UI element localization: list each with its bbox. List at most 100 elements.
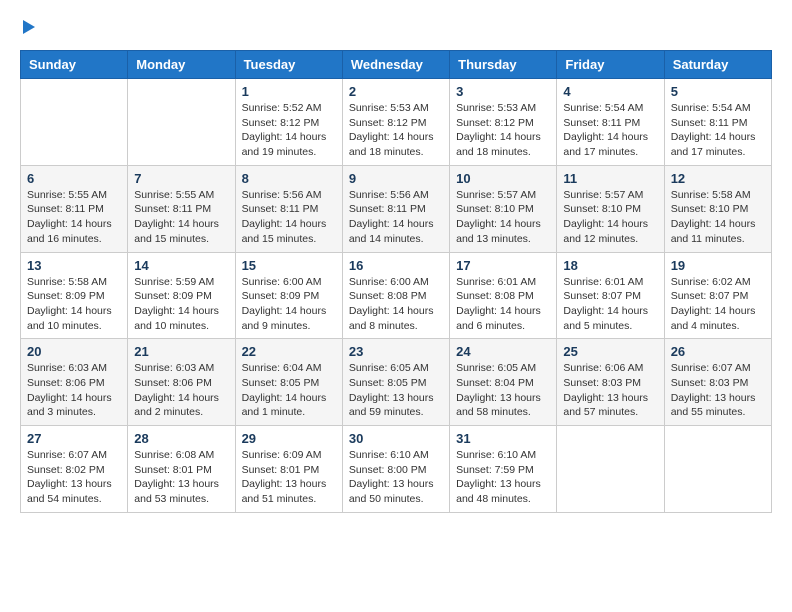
logo-arrow-icon	[23, 20, 35, 34]
day-info: Sunrise: 5:55 AM Sunset: 8:11 PM Dayligh…	[27, 188, 121, 247]
day-info: Sunrise: 6:05 AM Sunset: 8:05 PM Dayligh…	[349, 361, 443, 420]
day-info: Sunrise: 5:52 AM Sunset: 8:12 PM Dayligh…	[242, 101, 336, 160]
weekday-header: Thursday	[450, 51, 557, 79]
day-number: 22	[242, 344, 336, 359]
day-number: 18	[563, 258, 657, 273]
calendar-cell: 11Sunrise: 5:57 AM Sunset: 8:10 PM Dayli…	[557, 165, 664, 252]
day-number: 26	[671, 344, 765, 359]
calendar-week-row: 6 Sunrise: 5:55 AM Sunset: 8:11 PM Daylig…	[21, 165, 772, 252]
day-info: Sunrise: 6:07 AM Sunset: 8:02 PM Dayligh…	[27, 448, 121, 507]
day-info: Sunrise: 6:03 AM Sunset: 8:06 PM Dayligh…	[27, 361, 121, 420]
calendar-cell: 29 Sunrise: 6:09 AM Sunset: 8:01 PM Dayli…	[235, 426, 342, 513]
day-number: 2	[349, 84, 443, 99]
day-info: Sunrise: 6:00 AM Sunset: 8:09 PM Dayligh…	[242, 275, 336, 334]
calendar-cell: 7 Sunrise: 5:55 AM Sunset: 8:11 PM Daylig…	[128, 165, 235, 252]
day-number: 4	[563, 84, 657, 99]
day-number: 27	[27, 431, 121, 446]
day-info: Sunrise: 6:10 AM Sunset: 8:00 PM Dayligh…	[349, 448, 443, 507]
calendar-cell: 13 Sunrise: 5:58 AM Sunset: 8:09 PM Dayli…	[21, 252, 128, 339]
weekday-header: Sunday	[21, 51, 128, 79]
day-info: Sunrise: 6:01 AM Sunset: 8:08 PM Dayligh…	[456, 275, 550, 334]
calendar-week-row: 20 Sunrise: 6:03 AM Sunset: 8:06 PM Dayli…	[21, 339, 772, 426]
day-info: Sunrise: 6:06 AM Sunset: 8:03 PM Dayligh…	[563, 361, 657, 420]
calendar-cell: 16 Sunrise: 6:00 AM Sunset: 8:08 PM Dayli…	[342, 252, 449, 339]
calendar-cell: 5Sunrise: 5:54 AM Sunset: 8:11 PM Daylig…	[664, 79, 771, 166]
day-info: Sunrise: 6:08 AM Sunset: 8:01 PM Dayligh…	[134, 448, 228, 507]
day-info: Sunrise: 6:04 AM Sunset: 8:05 PM Dayligh…	[242, 361, 336, 420]
calendar-cell	[664, 426, 771, 513]
day-number: 13	[27, 258, 121, 273]
calendar-cell: 15 Sunrise: 6:00 AM Sunset: 8:09 PM Dayli…	[235, 252, 342, 339]
day-info: Sunrise: 6:03 AM Sunset: 8:06 PM Dayligh…	[134, 361, 228, 420]
day-number: 11	[563, 171, 657, 186]
calendar-cell: 21 Sunrise: 6:03 AM Sunset: 8:06 PM Dayli…	[128, 339, 235, 426]
calendar-cell: 2 Sunrise: 5:53 AM Sunset: 8:12 PM Daylig…	[342, 79, 449, 166]
day-number: 12	[671, 171, 765, 186]
calendar-cell: 20 Sunrise: 6:03 AM Sunset: 8:06 PM Dayli…	[21, 339, 128, 426]
day-number: 25	[563, 344, 657, 359]
day-number: 17	[456, 258, 550, 273]
day-info: Sunrise: 6:10 AM Sunset: 7:59 PM Dayligh…	[456, 448, 550, 507]
calendar-cell: 9 Sunrise: 5:56 AM Sunset: 8:11 PM Daylig…	[342, 165, 449, 252]
day-number: 1	[242, 84, 336, 99]
day-number: 23	[349, 344, 443, 359]
day-info: Sunrise: 6:00 AM Sunset: 8:08 PM Dayligh…	[349, 275, 443, 334]
day-info: Sunrise: 6:07 AM Sunset: 8:03 PM Dayligh…	[671, 361, 765, 420]
day-number: 10	[456, 171, 550, 186]
day-info: Sunrise: 5:57 AM Sunset: 8:10 PM Dayligh…	[456, 188, 550, 247]
logo	[20, 20, 35, 34]
weekday-header: Friday	[557, 51, 664, 79]
calendar-cell: 22 Sunrise: 6:04 AM Sunset: 8:05 PM Dayli…	[235, 339, 342, 426]
day-info: Sunrise: 6:02 AM Sunset: 8:07 PM Dayligh…	[671, 275, 765, 334]
calendar-cell	[21, 79, 128, 166]
day-number: 9	[349, 171, 443, 186]
day-info: Sunrise: 5:54 AM Sunset: 8:11 PM Dayligh…	[563, 101, 657, 160]
day-number: 28	[134, 431, 228, 446]
calendar-cell: 3 Sunrise: 5:53 AM Sunset: 8:12 PM Daylig…	[450, 79, 557, 166]
day-number: 30	[349, 431, 443, 446]
calendar-cell: 26 Sunrise: 6:07 AM Sunset: 8:03 PM Dayli…	[664, 339, 771, 426]
calendar-cell: 18 Sunrise: 6:01 AM Sunset: 8:07 PM Dayli…	[557, 252, 664, 339]
day-number: 15	[242, 258, 336, 273]
day-info: Sunrise: 5:53 AM Sunset: 8:12 PM Dayligh…	[349, 101, 443, 160]
day-info: Sunrise: 6:05 AM Sunset: 8:04 PM Dayligh…	[456, 361, 550, 420]
day-info: Sunrise: 5:54 AM Sunset: 8:11 PM Dayligh…	[671, 101, 765, 160]
weekday-header: Monday	[128, 51, 235, 79]
calendar-cell: 12 Sunrise: 5:58 AM Sunset: 8:10 PM Dayli…	[664, 165, 771, 252]
day-number: 21	[134, 344, 228, 359]
weekday-header: Saturday	[664, 51, 771, 79]
calendar-week-row: 27 Sunrise: 6:07 AM Sunset: 8:02 PM Dayli…	[21, 426, 772, 513]
calendar-week-row: 1 Sunrise: 5:52 AM Sunset: 8:12 PM Daylig…	[21, 79, 772, 166]
day-info: Sunrise: 5:55 AM Sunset: 8:11 PM Dayligh…	[134, 188, 228, 247]
day-number: 16	[349, 258, 443, 273]
day-number: 24	[456, 344, 550, 359]
calendar-cell: 24 Sunrise: 6:05 AM Sunset: 8:04 PM Dayli…	[450, 339, 557, 426]
day-number: 20	[27, 344, 121, 359]
day-info: Sunrise: 5:58 AM Sunset: 8:10 PM Dayligh…	[671, 188, 765, 247]
day-info: Sunrise: 5:58 AM Sunset: 8:09 PM Dayligh…	[27, 275, 121, 334]
day-number: 7	[134, 171, 228, 186]
day-number: 8	[242, 171, 336, 186]
calendar-cell: 17 Sunrise: 6:01 AM Sunset: 8:08 PM Dayli…	[450, 252, 557, 339]
calendar-cell	[557, 426, 664, 513]
calendar-cell: 23 Sunrise: 6:05 AM Sunset: 8:05 PM Dayli…	[342, 339, 449, 426]
day-number: 3	[456, 84, 550, 99]
day-info: Sunrise: 6:01 AM Sunset: 8:07 PM Dayligh…	[563, 275, 657, 334]
calendar-cell: 28 Sunrise: 6:08 AM Sunset: 8:01 PM Dayli…	[128, 426, 235, 513]
day-info: Sunrise: 5:56 AM Sunset: 8:11 PM Dayligh…	[349, 188, 443, 247]
page-header	[20, 20, 772, 34]
day-number: 19	[671, 258, 765, 273]
day-info: Sunrise: 6:09 AM Sunset: 8:01 PM Dayligh…	[242, 448, 336, 507]
calendar-cell: 19 Sunrise: 6:02 AM Sunset: 8:07 PM Dayli…	[664, 252, 771, 339]
day-number: 14	[134, 258, 228, 273]
calendar-cell: 4 Sunrise: 5:54 AM Sunset: 8:11 PM Daylig…	[557, 79, 664, 166]
day-info: Sunrise: 5:53 AM Sunset: 8:12 PM Dayligh…	[456, 101, 550, 160]
calendar-cell: 6 Sunrise: 5:55 AM Sunset: 8:11 PM Daylig…	[21, 165, 128, 252]
day-number: 29	[242, 431, 336, 446]
day-info: Sunrise: 5:59 AM Sunset: 8:09 PM Dayligh…	[134, 275, 228, 334]
calendar-cell: 25 Sunrise: 6:06 AM Sunset: 8:03 PM Dayli…	[557, 339, 664, 426]
day-number: 6	[27, 171, 121, 186]
calendar-cell: 31Sunrise: 6:10 AM Sunset: 7:59 PM Dayli…	[450, 426, 557, 513]
weekday-header: Wednesday	[342, 51, 449, 79]
calendar-cell: 14 Sunrise: 5:59 AM Sunset: 8:09 PM Dayli…	[128, 252, 235, 339]
